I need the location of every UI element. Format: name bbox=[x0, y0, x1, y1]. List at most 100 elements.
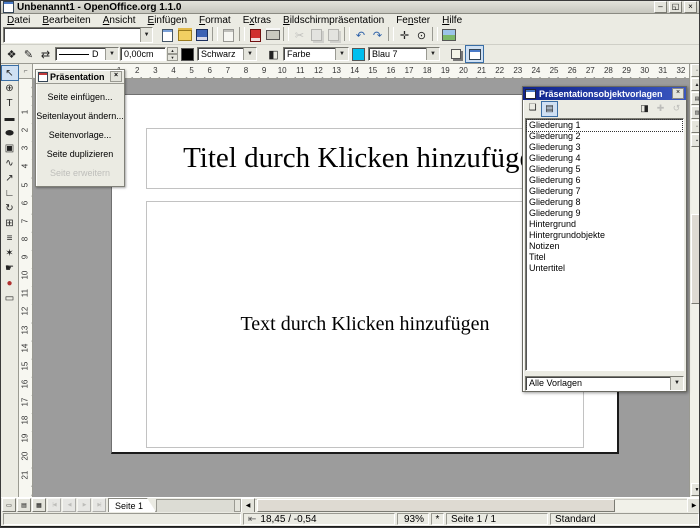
select-icon[interactable]: ↖ bbox=[1, 65, 19, 81]
duplicate-page-button[interactable]: Seite duplizieren bbox=[37, 144, 123, 163]
close-button[interactable]: × bbox=[684, 1, 697, 13]
drawing-view-button[interactable]: ▭ bbox=[2, 498, 16, 512]
curve-tool-icon[interactable]: ∿ bbox=[2, 156, 18, 171]
expand-page-button[interactable]: Seite erweitern bbox=[37, 163, 123, 182]
separator[interactable] bbox=[388, 27, 394, 41]
line-style-dropdown-arrow-icon[interactable]: ▼ bbox=[105, 48, 118, 60]
outline-view-button[interactable]: ▤ bbox=[17, 498, 31, 512]
rotate-tool-icon[interactable]: ↻ bbox=[2, 201, 18, 216]
presentation-styles-icon[interactable]: ▤ bbox=[541, 101, 558, 117]
presentation-palette-titlebar[interactable]: Präsentation × bbox=[36, 70, 124, 84]
3d-objects-icon[interactable]: ▣ bbox=[2, 141, 18, 156]
separator[interactable] bbox=[212, 27, 218, 41]
style-item[interactable]: Gliederung 1 bbox=[527, 120, 682, 131]
style-item[interactable]: Hintergrundobjekte bbox=[527, 230, 682, 241]
line-dialog-icon[interactable]: ✎ bbox=[20, 46, 37, 62]
gallery-icon[interactable] bbox=[440, 27, 457, 43]
restore-button[interactable]: ◱ bbox=[669, 1, 682, 13]
insert-page-button[interactable]: Seite einfügen... bbox=[37, 87, 123, 106]
style-item[interactable]: Gliederung 5 bbox=[527, 164, 682, 175]
style-item[interactable]: Gliederung 9 bbox=[527, 208, 682, 219]
menu-extras[interactable]: Extras bbox=[237, 15, 277, 26]
lines-arrows-icon[interactable]: ↗ bbox=[2, 171, 18, 186]
rectangle-tool-icon[interactable]: ▬ bbox=[2, 111, 18, 126]
vscroll-page-button-1[interactable]: ▤ bbox=[691, 92, 700, 105]
menu-fenster[interactable]: Fenster bbox=[390, 15, 436, 26]
status-zoom-field[interactable]: 93% bbox=[397, 513, 429, 525]
line-style-combobox[interactable]: D ▼ bbox=[55, 47, 119, 61]
stylist-titlebar[interactable]: Präsentationsobjektvorlagen × bbox=[523, 87, 686, 100]
url-field[interactable] bbox=[7, 27, 140, 43]
slides-view-button[interactable]: ▦ bbox=[32, 498, 46, 512]
alignment-icon[interactable]: ⊞ bbox=[2, 216, 18, 231]
redo-icon[interactable]: ↷ bbox=[369, 27, 386, 43]
menu-einfuegen[interactable]: Einfügen bbox=[142, 15, 193, 26]
hscroll-thumb[interactable] bbox=[257, 499, 615, 512]
connector-tool-icon[interactable]: ∟ bbox=[2, 186, 18, 201]
open-icon[interactable] bbox=[176, 27, 193, 43]
modify-page-layout-button[interactable]: Seitenlayout ändern... bbox=[37, 106, 123, 125]
fill-color-dropdown-arrow-icon[interactable]: ▼ bbox=[426, 48, 439, 60]
style-item[interactable]: Gliederung 6 bbox=[527, 175, 682, 186]
line-width-field[interactable]: 0,00cm bbox=[120, 47, 166, 61]
presentation-styles-toggle[interactable] bbox=[465, 45, 484, 63]
separator[interactable] bbox=[239, 27, 245, 41]
navigator-icon[interactable]: ✛ bbox=[396, 27, 413, 43]
url-dropdown-arrow-icon[interactable]: ▼ bbox=[140, 28, 152, 42]
presentation-screen-icon[interactable]: ▭ bbox=[2, 291, 18, 306]
separator[interactable] bbox=[344, 27, 350, 41]
style-item[interactable]: Notizen bbox=[527, 241, 682, 252]
style-item[interactable]: Untertitel bbox=[527, 263, 682, 274]
style-item[interactable]: Gliederung 3 bbox=[527, 142, 682, 153]
separator[interactable] bbox=[432, 27, 438, 41]
print-icon[interactable] bbox=[264, 27, 281, 43]
scrollbar-splitter[interactable] bbox=[234, 499, 241, 512]
menu-ansicht[interactable]: Ansicht bbox=[97, 15, 142, 26]
arrow-style-icon[interactable]: ⇄ bbox=[37, 46, 54, 62]
style-item[interactable]: Hintergrund bbox=[527, 219, 682, 230]
menu-hilfe[interactable]: Hilfe bbox=[436, 15, 468, 26]
stylist-close-icon[interactable]: × bbox=[672, 88, 684, 99]
text-tool-icon[interactable]: T bbox=[2, 96, 18, 111]
zoom-tool-icon[interactable]: ⊕ bbox=[2, 81, 18, 96]
style-filter-dropdown-arrow-icon[interactable]: ▼ bbox=[670, 377, 683, 390]
shadow-icon[interactable] bbox=[447, 46, 464, 62]
effects-icon[interactable]: ✶ bbox=[2, 246, 18, 261]
edit-file-icon[interactable] bbox=[220, 27, 237, 43]
separator[interactable] bbox=[283, 27, 289, 41]
style-item[interactable]: Gliederung 7 bbox=[527, 186, 682, 197]
ellipse-tool-icon[interactable]: ⬬ bbox=[2, 126, 18, 141]
edit-points-icon[interactable]: ❖ bbox=[3, 46, 20, 62]
last-page-button[interactable]: ▶| bbox=[92, 498, 106, 512]
menu-format[interactable]: Format bbox=[193, 15, 237, 26]
undo-icon[interactable]: ↶ bbox=[352, 27, 369, 43]
graphics-styles-icon[interactable]: ❏ bbox=[525, 101, 540, 115]
vscroll-up-button[interactable]: ▲ bbox=[691, 78, 700, 91]
vscroll-page-button-2[interactable]: ▥ bbox=[691, 106, 700, 119]
prev-page-button[interactable]: ◀ bbox=[62, 498, 76, 512]
update-style-icon[interactable]: ↺ bbox=[669, 102, 684, 116]
vscroll-down-icon[interactable]: ▼ bbox=[691, 483, 700, 496]
vscroll-page-button-3[interactable]: ▫ bbox=[691, 120, 700, 133]
page-style-button[interactable]: Seitenvorlage... bbox=[37, 125, 123, 144]
minimize-button[interactable]: – bbox=[654, 1, 667, 13]
fill-type-dropdown-arrow-icon[interactable]: ▼ bbox=[335, 48, 348, 60]
style-item[interactable]: Gliederung 4 bbox=[527, 153, 682, 164]
horizontal-scrollbar[interactable] bbox=[255, 499, 687, 512]
new-style-from-selection-icon[interactable]: ✚ bbox=[653, 102, 668, 116]
zoom-icon[interactable]: ⊙ bbox=[413, 27, 430, 43]
vertical-scrollbar[interactable]: ▫ ▲▤▥▫▪ ▼ bbox=[689, 64, 700, 497]
hscroll-right-icon[interactable]: ▶ bbox=[687, 498, 700, 513]
vscroll-thumb[interactable] bbox=[691, 214, 700, 304]
export-pdf-icon[interactable] bbox=[247, 27, 264, 43]
fill-color-combobox[interactable]: Blau 7 ▼ bbox=[368, 47, 440, 61]
next-page-button[interactable]: ▶ bbox=[77, 498, 91, 512]
interaction-icon[interactable]: ☛ bbox=[2, 261, 18, 276]
line-color-dropdown-arrow-icon[interactable]: ▼ bbox=[243, 48, 256, 60]
line-color-combobox[interactable]: Schwarz ▼ bbox=[197, 47, 257, 61]
fill-type-combobox[interactable]: Farbe ▼ bbox=[283, 47, 349, 61]
title-placeholder[interactable]: Titel durch Klicken hinzufügen bbox=[146, 128, 584, 189]
menu-bildschirmpraesentation[interactable]: Bildschirmpräsentation bbox=[277, 15, 390, 26]
scrollbar-corner-button[interactable]: ▫ bbox=[691, 64, 700, 77]
3d-effects-icon[interactable]: ● bbox=[2, 276, 18, 291]
